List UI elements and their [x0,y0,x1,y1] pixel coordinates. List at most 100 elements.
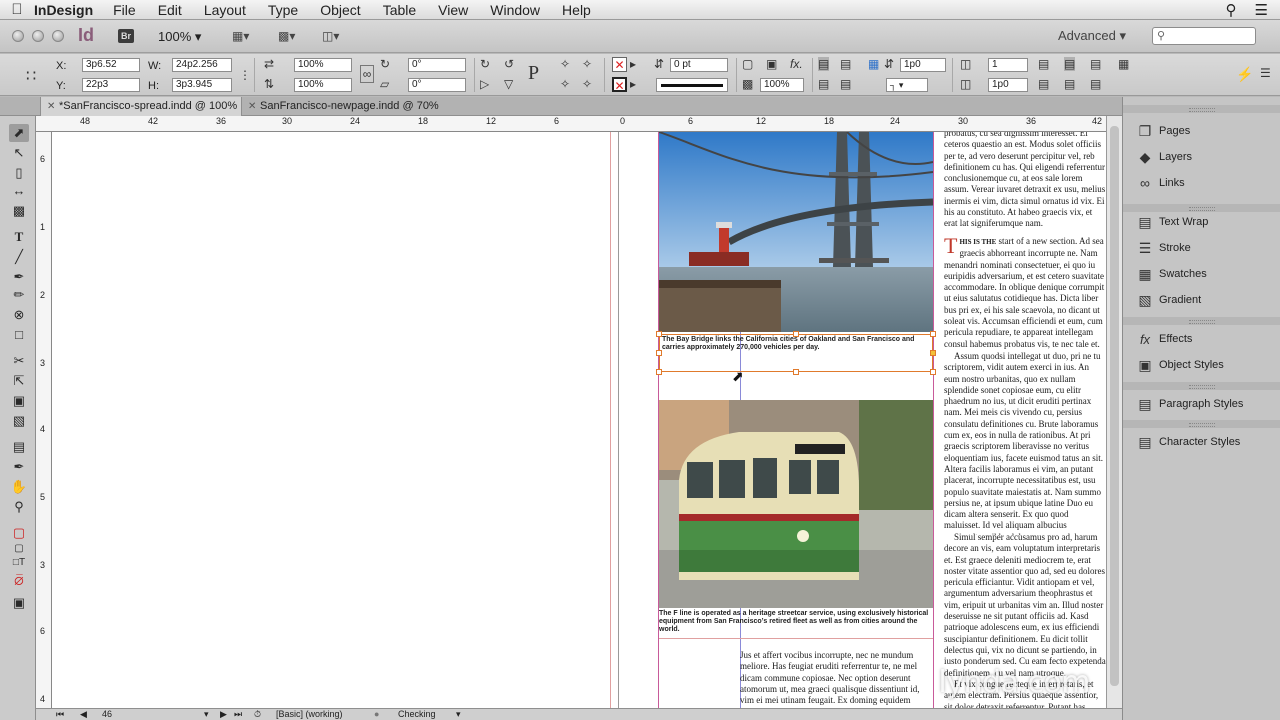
menu-app-name[interactable]: InDesign [34,2,93,18]
w-field[interactable]: 24p2.256 [172,58,232,72]
rotate-field[interactable]: 0° [408,58,466,72]
panel-character-styles[interactable]: ▤ Character Styles [1123,429,1280,455]
flip-horizontal-icon[interactable]: ▷ [480,77,489,91]
panel-gradient[interactable]: ▧ Gradient [1123,287,1280,313]
reference-point-icon[interactable]: ∷ [26,66,36,86]
right-column-section-start[interactable]: T HIS IS THE start of a new section. Ad … [944,236,1106,356]
preflight-menu-icon[interactable]: ▾ [456,709,461,720]
align-bottom-icon[interactable]: ▤ [1090,57,1101,71]
document-canvas[interactable]: The Bay Bridge links the California citi… [52,132,1106,708]
frame-handle[interactable] [656,331,662,337]
list-menu-icon[interactable]: ☰ [1255,1,1268,19]
stroke-type-dropdown[interactable] [656,78,728,92]
vertical-scrollbar[interactable] [1106,116,1122,708]
h-field[interactable]: 3p3.945 [172,78,232,92]
panel-layers[interactable]: ◆ Layers [1123,144,1280,170]
formatting-affects-text-icon[interactable]: □T [9,554,29,572]
panel-links[interactable]: ∞ Links [1123,170,1280,196]
panel-group-gripper[interactable] [1123,382,1280,390]
bottom-body-text[interactable]: Jus et affert vocibus incorrupte, nec ne… [740,650,932,708]
frame-handle[interactable] [793,331,799,337]
close-tab-icon[interactable]: ✕ [248,97,256,116]
x-field[interactable]: 3p6.52 [82,58,140,72]
first-page-icon[interactable]: ⏮ [56,709,64,720]
horizontal-ruler[interactable]: 48 42 36 30 24 18 12 6 0 6 12 18 24 30 3… [36,116,1106,132]
streetcar-caption[interactable]: The F line is operated as a heritage str… [659,610,933,634]
frame-handle[interactable] [656,350,662,356]
align-top-icon[interactable]: ▤ [1038,57,1049,71]
rotate-90-ccw-icon[interactable]: ↺ [504,57,514,71]
type-tool-icon[interactable]: T [9,228,29,246]
gradient-feather-tool-icon[interactable]: ▧ [9,412,29,430]
right-column-paragraph-3[interactable]: Assum quodsi intellegat ut duo, pri ne t… [944,351,1106,535]
menu-file[interactable]: File [113,2,136,18]
right-column-paragraph-4[interactable]: Simul semper accusamus pro ad, harum dec… [944,532,1106,680]
menu-object[interactable]: Object [320,2,360,18]
rectangle-tool-icon[interactable]: □ [9,326,29,344]
page-tool-icon[interactable]: ▯ [9,164,29,182]
span-columns-icon[interactable]: ▤ [1090,77,1101,91]
zoom-window-button[interactable] [52,30,64,42]
selection-tool-icon[interactable]: ⬈ [9,124,29,142]
panel-pages[interactable]: ❐ Pages [1123,118,1280,144]
fill-swatch-icon[interactable]: ✕ [612,57,627,72]
apple-menu-icon[interactable]:  [0,1,34,18]
text-wrap-jump-icon[interactable]: ▤ [840,77,851,91]
align-center-icon[interactable]: ▤ [1064,57,1076,71]
justify-vertical-icon[interactable]: ▤ [1038,77,1049,91]
right-column-text-top[interactable]: probatus, cu sea dignissim interesset. E… [944,132,1106,230]
shear-field[interactable]: 0° [408,78,466,92]
scale-x-field[interactable]: 100% [294,58,352,72]
panel-paragraph-styles[interactable]: ▤ Paragraph Styles [1123,391,1280,417]
preflight-status[interactable]: Checking [398,709,436,720]
streetcar-image[interactable] [659,400,933,608]
spotlight-search-icon[interactable]: ⚲ [1226,1,1237,19]
stroke-dropdown-icon[interactable]: ▸ [630,77,636,91]
panel-object-styles[interactable]: ▣ Object Styles [1123,352,1280,378]
menu-type[interactable]: Type [268,2,298,18]
screen-mode-icon[interactable]: ▩▾ [278,27,312,46]
menu-view[interactable]: View [438,2,468,18]
scale-y-field[interactable]: 100% [294,78,352,92]
scrollbar-thumb[interactable] [1110,126,1119,686]
workspace-switcher[interactable]: Advanced ▾ [1058,28,1126,44]
content-collector-icon[interactable]: ▩ [9,202,29,220]
last-page-icon[interactable]: ⏭ [234,709,242,720]
menu-help[interactable]: Help [562,2,591,18]
constrain-proportions-icon[interactable]: ⋮ [239,68,251,82]
preflight-profile[interactable]: [Basic] (working) [276,709,343,720]
panel-group-gripper[interactable] [1123,105,1280,113]
text-wrap-bounding-icon[interactable]: ▤ [840,57,851,71]
panel-group-gripper[interactable] [1123,317,1280,325]
select-previous-icon[interactable]: ✧ [582,57,592,71]
caption-frame-selected[interactable]: The Bay Bridge links the California citi… [659,334,933,372]
apply-none-icon[interactable]: ⦱ [9,572,29,590]
columns-field[interactable]: 1 [988,58,1028,72]
fx-icon[interactable]: fx. [790,57,803,71]
panel-text-wrap[interactable]: ▤ Text Wrap [1123,209,1280,235]
view-options-icon[interactable]: ▦▾ [232,27,266,46]
vertical-ruler[interactable]: 6 1 2 3 4 5 3 6 4 [36,132,52,708]
close-window-button[interactable] [12,30,24,42]
frame-handle[interactable] [930,331,936,337]
note-tool-icon[interactable]: ▤ [9,438,29,456]
hand-tool-icon[interactable]: ✋ [9,478,29,496]
tab-sanfrancisco-spread[interactable]: ✕ *SanFrancisco-spread.indd @ 100% [40,97,242,116]
previous-page-icon[interactable]: ◀ [80,709,87,720]
frame-handle[interactable] [656,369,662,375]
panel-group-gripper[interactable] [1123,420,1280,428]
menu-table[interactable]: Table [383,2,416,18]
stroke-weight-field[interactable]: 0 pt [670,58,728,72]
flip-vertical-icon[interactable]: ▽ [504,77,513,91]
menu-edit[interactable]: Edit [158,2,182,18]
panel-effects[interactable]: fx Effects [1123,326,1280,352]
scissors-tool-icon[interactable]: ✂ [9,352,29,370]
panel-stroke[interactable]: ☰ Stroke [1123,235,1280,261]
text-wrap-shape-icon[interactable]: ▤ [818,77,829,91]
zoom-tool-icon[interactable]: ⚲ [9,498,29,516]
text-frame-options-icon[interactable]: ▤ [1064,77,1075,91]
direct-selection-tool-icon[interactable]: ↖ [9,144,29,162]
gap-tool-icon[interactable]: ↔ [9,182,29,200]
bay-bridge-image[interactable] [659,132,933,332]
corner-shape-dropdown[interactable]: ┐ ▾ [886,78,928,92]
